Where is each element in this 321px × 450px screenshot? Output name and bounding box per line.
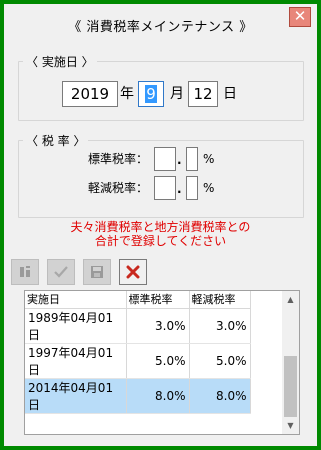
year-input[interactable]: 2019 bbox=[62, 81, 118, 107]
month-value: 9 bbox=[145, 85, 157, 103]
tax-rate-grid[interactable]: 実施日 標準税率 軽減税率 1989年04月01日 3.0% 3.0% 1997… bbox=[24, 290, 300, 435]
row-reduced-rate: 3.0% bbox=[189, 308, 251, 344]
tax-rate-table: 実施日 標準税率 軽減税率 1989年04月01日 3.0% 3.0% 1997… bbox=[25, 291, 251, 414]
vertical-scrollbar[interactable]: ▲ ▼ bbox=[282, 291, 299, 434]
tax-rate-group: 〈 税 率 〉 bbox=[18, 132, 304, 218]
scroll-up-icon[interactable]: ▲ bbox=[282, 291, 299, 308]
effective-date-legend: 〈 実施日 〉 bbox=[26, 55, 94, 69]
window-title: 《 消費税率メインテナンス 》 bbox=[68, 20, 253, 35]
scrollbar-thumb[interactable] bbox=[284, 356, 297, 417]
reduced-rate-decimal-input[interactable] bbox=[186, 176, 198, 200]
month-input[interactable]: 9 bbox=[138, 81, 164, 107]
confirm-button[interactable] bbox=[47, 259, 75, 285]
delete-button[interactable] bbox=[119, 259, 147, 285]
notice-line-1: 夫々消費税率と地方消費税率との bbox=[70, 220, 251, 234]
close-button[interactable]: ✕ bbox=[289, 7, 311, 27]
column-header-date[interactable]: 実施日 bbox=[25, 291, 127, 309]
table-row[interactable]: 1997年04月01日 5.0% 5.0% bbox=[25, 343, 251, 379]
column-header-reduced-rate[interactable]: 軽減税率 bbox=[189, 291, 251, 309]
column-header-standard-rate[interactable]: 標準税率 bbox=[126, 291, 190, 309]
scroll-down-icon[interactable]: ▼ bbox=[282, 417, 299, 434]
year-unit-label: 年 bbox=[120, 86, 134, 102]
reduced-rate-label: 軽減税率： bbox=[87, 181, 148, 195]
row-reduced-rate: 8.0% bbox=[189, 378, 251, 414]
reduced-rate-percent: % bbox=[203, 181, 215, 195]
window-client: 《 消費税率メインテナンス 》 ✕ 〈 実施日 〉 2019 年 9 月 12 … bbox=[4, 4, 317, 446]
edit-icon bbox=[20, 266, 30, 277]
standard-rate-decimal-point: . bbox=[177, 153, 182, 167]
row-standard-rate: 3.0% bbox=[126, 308, 190, 344]
reduced-rate-decimal-point: . bbox=[177, 182, 182, 196]
registration-notice: 夫々消費税率と地方消費税率との 合計で登録してください bbox=[4, 220, 317, 248]
row-date: 2014年04月01日 bbox=[25, 378, 127, 414]
check-icon bbox=[54, 266, 68, 278]
delete-x-icon bbox=[126, 265, 140, 279]
edit-button[interactable] bbox=[11, 259, 39, 285]
close-icon: ✕ bbox=[293, 7, 307, 25]
grid-header-row: 実施日 標準税率 軽減税率 bbox=[25, 291, 251, 309]
row-reduced-rate: 5.0% bbox=[189, 343, 251, 379]
reduced-rate-integer-input[interactable] bbox=[154, 176, 176, 200]
standard-rate-percent: % bbox=[203, 152, 215, 166]
row-standard-rate: 8.0% bbox=[126, 378, 190, 414]
standard-rate-decimal-input[interactable] bbox=[186, 147, 198, 171]
table-row-selected[interactable]: 2014年04月01日 8.0% 8.0% bbox=[25, 378, 251, 414]
day-unit-label: 日 bbox=[223, 86, 237, 102]
standard-rate-integer-input[interactable] bbox=[154, 147, 176, 171]
row-standard-rate: 5.0% bbox=[126, 343, 190, 379]
row-date: 1989年04月01日 bbox=[25, 308, 127, 344]
table-row[interactable]: 1989年04月01日 3.0% 3.0% bbox=[25, 308, 251, 344]
row-date: 1997年04月01日 bbox=[25, 343, 127, 379]
app-window: 《 消費税率メインテナンス 》 ✕ 〈 実施日 〉 2019 年 9 月 12 … bbox=[0, 0, 321, 450]
month-unit-label: 月 bbox=[170, 86, 184, 102]
day-input[interactable]: 12 bbox=[188, 81, 218, 107]
notice-line-2: 合計で登録してください bbox=[94, 234, 227, 248]
save-icon bbox=[91, 266, 103, 278]
save-button[interactable] bbox=[83, 259, 111, 285]
standard-rate-label: 標準税率： bbox=[87, 152, 148, 166]
